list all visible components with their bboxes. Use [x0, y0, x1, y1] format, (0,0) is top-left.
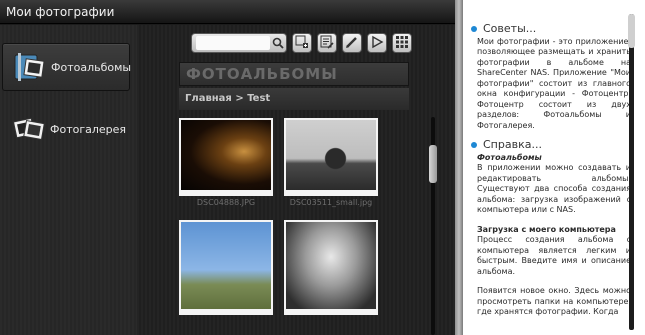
help-panel: Советы... Мои фотографии - это приложени… [463, 0, 645, 335]
pencil-icon [345, 34, 359, 53]
content-scrollbar-thumb[interactable] [429, 145, 437, 183]
content-scrollbar[interactable] [429, 117, 437, 335]
add-album-icon [295, 34, 309, 53]
sidebar-item-label: Фотоальбомы [51, 60, 132, 74]
help-scrollbar-thumb[interactable] [628, 14, 635, 48]
tips-text: Мои фотографии - это приложение, позволя… [477, 36, 631, 130]
panel-divider[interactable] [455, 0, 463, 335]
slideshow-button[interactable] [367, 33, 387, 53]
photo-thumbnail[interactable] [284, 220, 378, 315]
photo-image [181, 120, 271, 190]
photo-caption: DSC03511_small.jpg [289, 198, 373, 207]
bullet-icon [471, 142, 477, 149]
help-text: В приложении можно создавать и редактиро… [477, 163, 631, 214]
window-title: Мои фотографии [6, 5, 115, 19]
upload-heading: Загрузка с моего компьютера [477, 224, 616, 234]
sidebar-item-photo-gallery[interactable]: Фотогалерея [2, 105, 130, 153]
photo-caption: DSC04888.JPG [196, 198, 256, 207]
help-scrollbar[interactable] [628, 14, 635, 330]
play-slideshow-icon [370, 34, 384, 53]
photo-thumbnail[interactable] [179, 220, 273, 315]
search-icon[interactable] [270, 35, 286, 51]
search-input[interactable] [196, 36, 270, 50]
photo-album-icon [13, 52, 47, 82]
help-title: Справка... [483, 138, 542, 151]
photo-thumbnail[interactable] [179, 118, 273, 196]
breadcrumb[interactable]: Главная > Test [179, 88, 409, 110]
sidebar: Фотоальбомы Фотогалерея [0, 25, 137, 335]
edit-album-icon [320, 34, 334, 53]
edit-album-button[interactable] [317, 33, 337, 53]
search-box [191, 33, 287, 53]
photo-thumbnail[interactable] [284, 118, 378, 196]
main-content: ФОТОАЛЬБОМЫ Главная > Test DSC04888.JPG … [137, 25, 455, 335]
add-album-button[interactable] [292, 33, 312, 53]
bullet-icon [471, 26, 477, 33]
section-heading: ФОТОАЛЬБОМЫ [179, 62, 409, 86]
help-subtitle: Фотоальбомы [477, 152, 542, 162]
photo-gallery-icon [12, 114, 46, 144]
upload-text: Процесс создания альбома с компьютера яв… [477, 235, 631, 276]
window-title-bar: Мои фотографии [0, 0, 455, 24]
window-text: Появится новое окно. Здесь можно просмот… [477, 286, 631, 316]
grid-view-icon [395, 34, 409, 53]
sidebar-item-label: Фотогалерея [50, 122, 127, 136]
photo-image [286, 120, 376, 190]
photo-image [181, 222, 271, 309]
tips-heading: Советы... [471, 22, 631, 35]
photo-image [286, 222, 376, 309]
grid-view-button[interactable] [392, 33, 412, 53]
rename-button[interactable] [342, 33, 362, 53]
tips-title: Советы... [483, 22, 537, 35]
sidebar-item-photo-albums[interactable]: Фотоальбомы [2, 43, 132, 91]
help-heading: Справка... [471, 138, 631, 151]
toolbar [191, 31, 412, 55]
